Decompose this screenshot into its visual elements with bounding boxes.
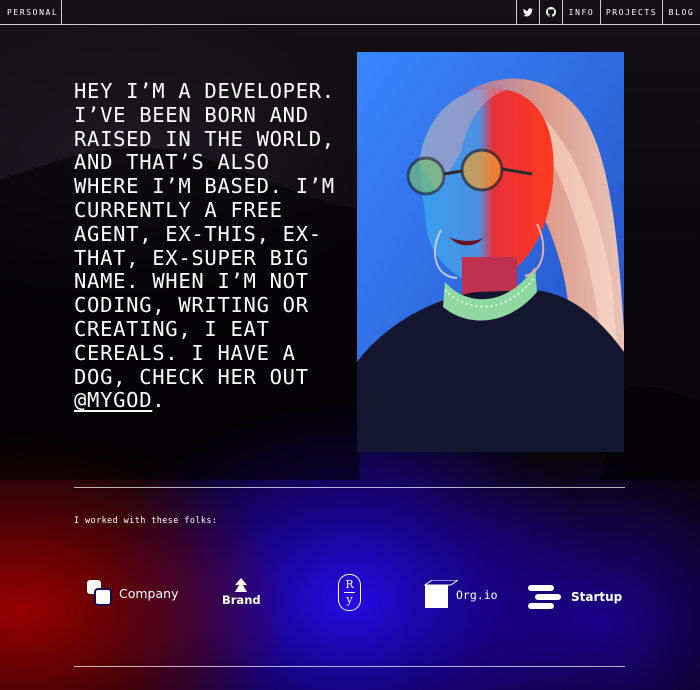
ry-logo-letter-r: R — [345, 578, 354, 591]
dog-link[interactable]: @MYGOD — [74, 388, 152, 412]
org-logo-icon — [424, 580, 458, 608]
divider-top — [74, 487, 625, 488]
bio-text: HEY I’M A DEVELOPER. I’VE BEEN BORN AND … — [74, 79, 344, 413]
twitter-link[interactable] — [516, 0, 539, 24]
clients-heading: I worked with these folks: — [74, 516, 218, 526]
company-logo-icon — [87, 580, 112, 606]
brand-logo-icon — [235, 578, 248, 592]
nav-info[interactable]: INFO — [562, 0, 600, 24]
nav-projects[interactable]: PROJECTS — [600, 0, 662, 24]
logo-org[interactable]: Org.io — [424, 580, 498, 609]
logo-ry[interactable]: R y — [338, 574, 361, 611]
portrait-photo — [357, 52, 624, 452]
logo-company[interactable]: Company — [87, 580, 178, 606]
brand-logo-text: Brand — [222, 593, 261, 607]
github-link[interactable] — [539, 0, 562, 24]
divider-bottom — [74, 666, 625, 667]
company-logo-text: Company — [119, 585, 179, 601]
site-brand[interactable]: PERSONAL — [0, 0, 62, 24]
twitter-icon — [523, 7, 533, 16]
startup-logo-icon — [528, 585, 561, 609]
bio-end: . — [152, 388, 166, 413]
org-logo-text: Org.io — [456, 587, 498, 602]
nav-right: INFO PROJECTS BLOG — [516, 0, 700, 24]
logo-brand[interactable]: Brand — [222, 578, 261, 607]
ry-logo-letter-y: y — [346, 593, 353, 606]
nav-blog[interactable]: BLOG — [662, 0, 700, 24]
logo-startup[interactable]: Startup — [528, 585, 622, 609]
startup-logo-text: Startup — [571, 590, 623, 604]
bio-body: HEY I’M A DEVELOPER. I’VE BEEN BORN AND … — [74, 79, 335, 389]
github-icon — [546, 7, 556, 17]
top-nav: PERSONAL INFO PROJECTS BLOG — [0, 0, 700, 25]
